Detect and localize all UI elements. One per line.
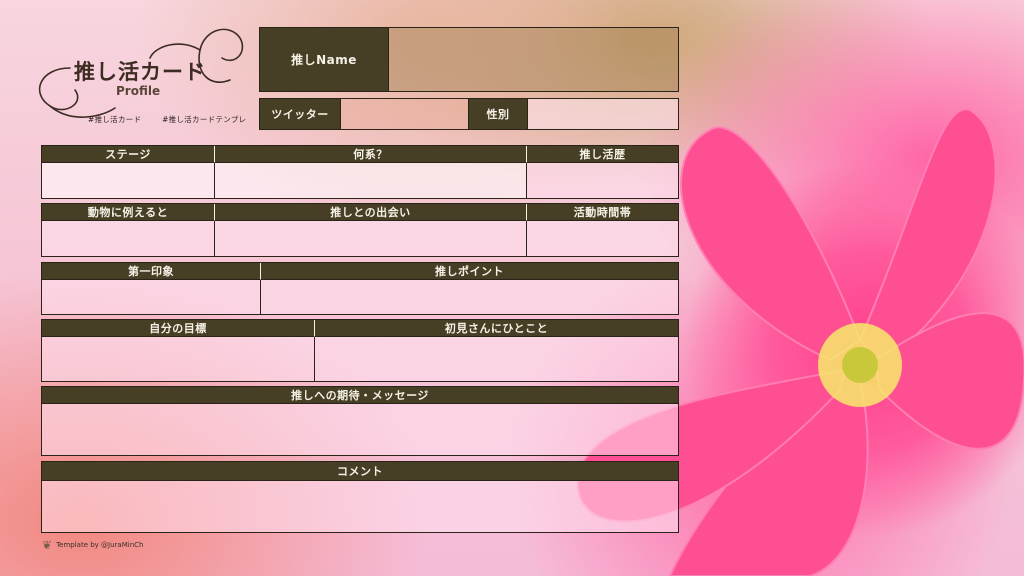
- oshi-point-field[interactable]: [261, 280, 678, 314]
- twitter-gender-row: ツイッター 性別: [259, 98, 679, 130]
- animal-label: 動物に例えると: [42, 204, 215, 221]
- row-impression: 第一印象 推しポイント: [41, 262, 679, 315]
- gender-label: 性別: [469, 99, 527, 129]
- name-field[interactable]: [388, 28, 678, 91]
- oshi-point-label: 推しポイント: [261, 263, 678, 280]
- row-comment: コメント: [41, 461, 679, 533]
- expectation-field[interactable]: [42, 404, 678, 455]
- history-label: 推し活歴: [527, 146, 678, 163]
- first-impression-field[interactable]: [42, 280, 261, 314]
- stage-label: ステージ: [42, 146, 215, 163]
- goal-field[interactable]: [42, 337, 315, 381]
- hashtags: #推し活カード #推し活カードテンプレ: [88, 114, 246, 125]
- type-label: 何系？: [215, 146, 527, 163]
- name-row: 推しName: [259, 27, 679, 92]
- comment-label: コメント: [42, 462, 678, 481]
- animal-field[interactable]: [42, 221, 215, 256]
- newcomer-message-label: 初見さんにひとこと: [315, 320, 678, 337]
- history-field[interactable]: [527, 163, 678, 198]
- hashtag: #推し活カードテンプレ: [162, 115, 247, 124]
- credit-text: Template by @JuraMinCh: [56, 541, 144, 549]
- type-field[interactable]: [215, 163, 527, 198]
- swirl-icon: ❦: [42, 538, 53, 552]
- twitter-field[interactable]: [340, 99, 469, 129]
- active-time-label: 活動時間帯: [527, 204, 678, 221]
- row-animal: 動物に例えると 推しとの出会い 活動時間帯: [41, 203, 679, 257]
- expectation-label: 推しへの期待・メッセージ: [42, 387, 678, 404]
- goal-label: 自分の目標: [42, 320, 315, 337]
- row-stage: ステージ 何系？ 推し活歴: [41, 145, 679, 199]
- twitter-label: ツイッター: [260, 99, 340, 129]
- row-goal: 自分の目標 初見さんにひとこと: [41, 319, 679, 382]
- comment-field[interactable]: [42, 481, 678, 532]
- template-credit: ❦ Template by @JuraMinCh: [42, 538, 143, 552]
- name-label: 推しName: [260, 28, 388, 91]
- gender-field[interactable]: [527, 99, 678, 129]
- encounter-label: 推しとの出会い: [215, 204, 527, 221]
- hashtag: #推し活カード: [88, 115, 142, 124]
- first-impression-label: 第一印象: [42, 263, 261, 280]
- logo-subtitle: Profile: [116, 84, 161, 98]
- stage-field[interactable]: [42, 163, 215, 198]
- active-time-field[interactable]: [527, 221, 678, 256]
- encounter-field[interactable]: [215, 221, 527, 256]
- row-expectation: 推しへの期待・メッセージ: [41, 386, 679, 456]
- logo-title: 推し活カード: [74, 60, 206, 84]
- newcomer-message-field[interactable]: [315, 337, 678, 381]
